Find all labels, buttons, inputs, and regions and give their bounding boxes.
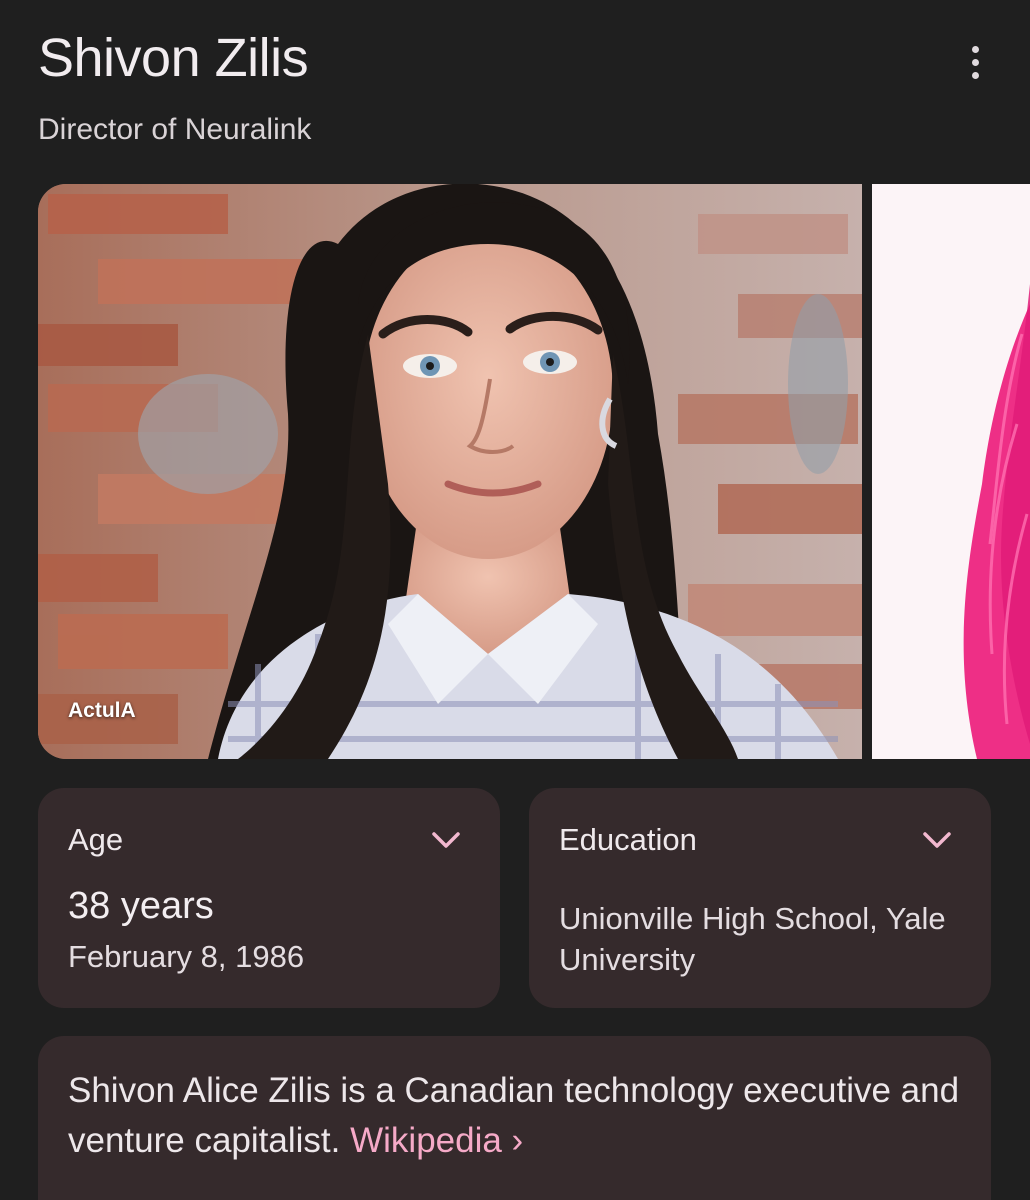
portrait-image[interactable]: ActulA (38, 184, 862, 759)
wikipedia-link[interactable]: Wikipedia › (350, 1121, 523, 1160)
description-text: Shivon Alice Zilis is a Canadian technol… (68, 1066, 968, 1166)
portrait-photo (38, 184, 862, 759)
age-label: Age (68, 822, 124, 857)
education-label: Education (559, 822, 697, 857)
more-vert-icon-dot (971, 71, 979, 79)
secondary-image[interactable] (872, 184, 1030, 759)
image-source-label: ActulA (68, 699, 136, 722)
more-options-button[interactable] (958, 42, 992, 82)
birth-date: February 8, 1986 (68, 939, 305, 974)
more-vert-icon-dot (971, 45, 979, 53)
knowledge-panel: Shivon Zilis Director of Neuralink Actul… (0, 0, 1030, 1200)
entity-subtitle: Director of Neuralink (38, 113, 312, 146)
chevron-down-icon[interactable] (921, 826, 953, 854)
age-card[interactable]: Age 38 years February 8, 1986 (38, 788, 500, 1008)
age-value: 38 years (68, 885, 214, 927)
secondary-photo (872, 184, 1030, 759)
more-vert-icon-dot (971, 58, 979, 66)
page-title: Shivon Zilis (38, 28, 309, 88)
education-value: Unionville High School, Yale University (559, 901, 946, 977)
chevron-down-icon[interactable] (430, 826, 462, 854)
description-card: Shivon Alice Zilis is a Canadian technol… (38, 1036, 991, 1200)
education-card[interactable]: Education Unionville High School, Yale U… (529, 788, 991, 1008)
